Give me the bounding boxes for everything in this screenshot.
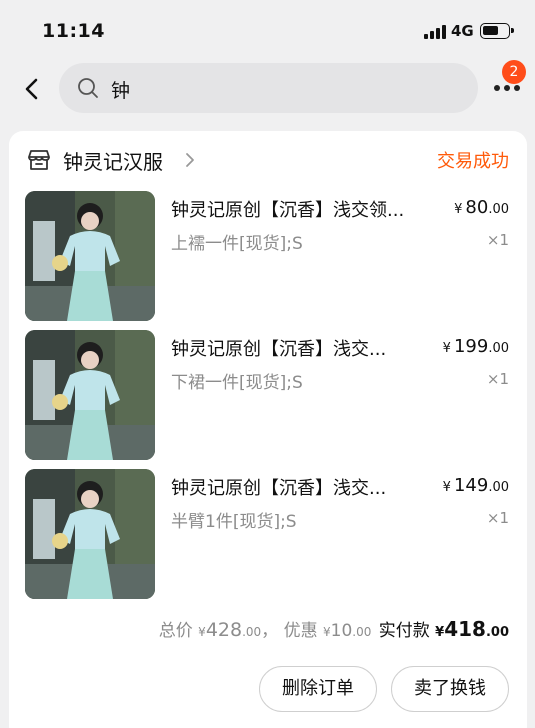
search-query: 钟 [111,80,131,102]
notification-badge: 2 [502,60,526,84]
store-icon [28,150,50,170]
chevron-left-icon [25,78,38,100]
order-card: 钟灵记汉服 交易成功 钟灵记原创【沉香】浅交领... 上襦一件[现货];S ¥8… [9,131,527,728]
dot-icon [504,85,510,91]
product-spec: 上襦一件[现货];S [171,234,303,254]
dot-icon [514,85,520,91]
order-summary: 总价 ¥428.00， 优惠 ¥10.00 实付款 ¥418.00 [158,617,509,641]
chevron-right-icon [186,153,194,167]
product-price: ¥149.00 [442,475,509,496]
product-price: ¥80.00 [454,197,509,218]
total-amount: 428 [205,619,243,641]
back-button[interactable] [18,72,48,106]
battery-icon [480,23,514,39]
product-thumbnail[interactable] [25,191,155,321]
product-spec: 下裙一件[现货];S [171,373,303,393]
discount-amount: 10 [330,621,353,641]
search-input[interactable]: 钟 [59,63,478,113]
discount-label: 优惠 [283,621,318,641]
paid-amount: 418 [444,617,486,641]
order-item[interactable]: 钟灵记原创【沉香】浅交... 半臂1件[现货];S ¥149.00 ×1 [9,469,527,599]
product-quantity: ×1 [486,370,509,388]
product-thumbnail[interactable] [25,330,155,460]
status-bar: 11:14 4G [0,0,535,56]
product-title[interactable]: 钟灵记原创【沉香】浅交领... [171,196,439,222]
product-spec: 半臂1件[现货];S [171,512,297,532]
order-item[interactable]: 钟灵记原创【沉香】浅交领... 上襦一件[现货];S ¥80.00 ×1 [9,191,527,321]
store-header[interactable]: 钟灵记汉服 交易成功 [9,131,527,187]
dot-icon [494,85,500,91]
product-quantity: ×1 [486,509,509,527]
status-time: 11:14 [42,20,105,42]
resell-button[interactable]: 卖了换钱 [391,666,509,712]
order-item[interactable]: 钟灵记原创【沉香】浅交... 下裙一件[现货];S ¥199.00 ×1 [9,330,527,460]
total-label: 总价 [158,621,193,641]
delete-order-button[interactable]: 删除订单 [259,666,377,712]
product-quantity: ×1 [486,231,509,249]
search-icon [78,78,98,98]
product-title[interactable]: 钟灵记原创【沉香】浅交... [171,335,421,361]
product-price: ¥199.00 [442,336,509,357]
product-thumbnail[interactable] [25,469,155,599]
paid-label: 实付款 [378,621,430,641]
order-status: 交易成功 [437,151,509,172]
signal-icon [424,25,446,39]
store-name[interactable]: 钟灵记汉服 [63,146,163,175]
network-type: 4G [451,22,474,40]
product-title[interactable]: 钟灵记原创【沉香】浅交... [171,474,421,500]
